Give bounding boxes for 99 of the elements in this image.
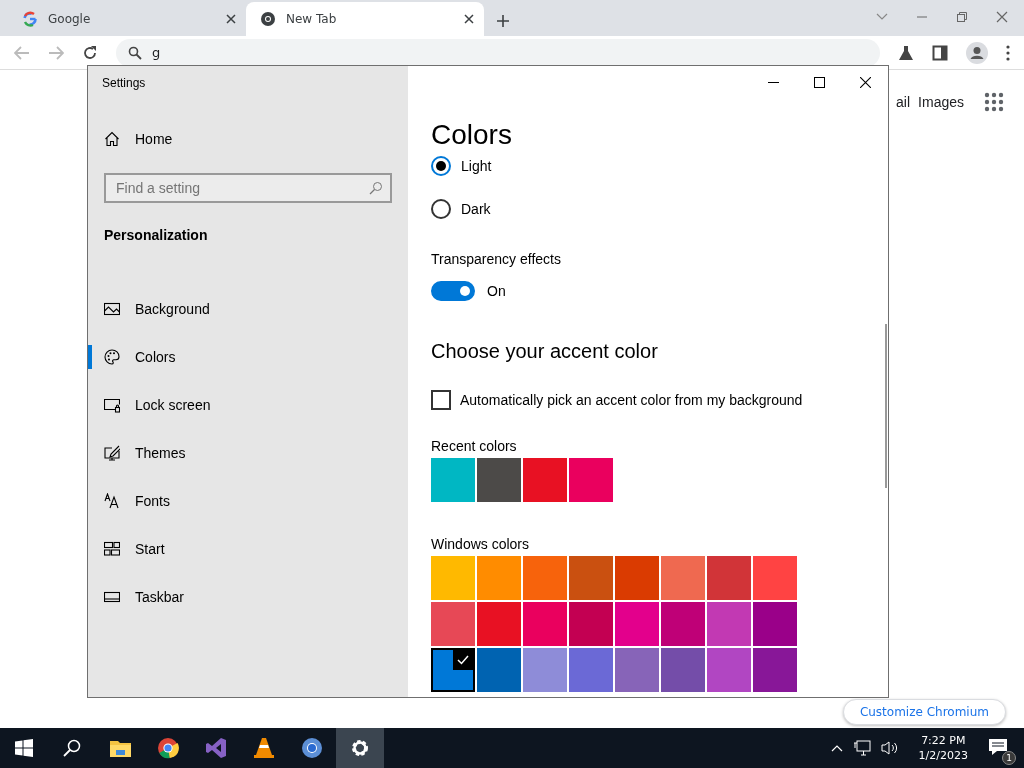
- profile-avatar-icon[interactable]: [966, 41, 988, 64]
- lock-screen-icon: [104, 397, 120, 413]
- clock-time: 7:22 PM: [921, 733, 966, 748]
- color-swatch[interactable]: [753, 648, 797, 692]
- reload-icon[interactable]: [82, 44, 98, 61]
- toggle-switch[interactable]: [431, 281, 475, 301]
- color-swatch[interactable]: [615, 556, 659, 600]
- chevron-down-icon[interactable]: [876, 13, 888, 21]
- color-swatch[interactable]: [523, 602, 567, 646]
- search-icon[interactable]: [63, 739, 81, 757]
- sidebar-item[interactable]: Themes: [88, 429, 392, 477]
- window-title: Settings: [102, 76, 147, 92]
- group-label: Windows colors: [431, 536, 531, 554]
- color-swatch[interactable]: [569, 556, 613, 600]
- color-swatch[interactable]: [707, 602, 751, 646]
- checkbox-label: Automatically pick an accent color from my background: [460, 392, 803, 408]
- restore-icon[interactable]: [956, 11, 968, 23]
- address-field[interactable]: g: [116, 38, 880, 67]
- clock[interactable]: 7:22 PM 1/2/2023: [918, 733, 968, 763]
- search-icon: [369, 181, 383, 195]
- color-swatch[interactable]: [615, 602, 659, 646]
- color-swatch[interactable]: [661, 648, 705, 692]
- new-tab-icon[interactable]: [496, 14, 510, 28]
- notification-badge: 1: [1002, 751, 1016, 765]
- browser-logo-icon: [301, 737, 323, 759]
- search-field[interactable]: Find a setting: [104, 173, 392, 203]
- color-swatch[interactable]: [431, 648, 475, 692]
- header-link[interactable]: Images: [918, 94, 964, 110]
- back-icon[interactable]: [14, 45, 30, 60]
- color-swatch[interactable]: [431, 556, 475, 600]
- toggle-state: On: [487, 283, 506, 299]
- chevron-up-icon[interactable]: [830, 744, 843, 752]
- taskbar-icon: [104, 589, 120, 605]
- picture-icon: [104, 301, 120, 317]
- check-icon: [457, 655, 469, 665]
- sidebar-item[interactable]: Start: [88, 525, 392, 573]
- volume-icon[interactable]: [880, 740, 899, 756]
- side-panel-icon[interactable]: [932, 44, 948, 61]
- color-swatch[interactable]: [477, 648, 521, 692]
- color-swatch[interactable]: [431, 602, 475, 646]
- radio-option[interactable]: Light: [431, 154, 888, 178]
- sidebar-item[interactable]: Background: [88, 285, 392, 333]
- font-size-icon: [104, 493, 120, 509]
- color-swatch[interactable]: [477, 556, 521, 600]
- color-swatch[interactable]: [753, 602, 797, 646]
- customize-button[interactable]: Customize Chromium: [842, 699, 1006, 725]
- header-link[interactable]: ail: [896, 94, 911, 110]
- color-swatch[interactable]: [661, 556, 705, 600]
- browser-logo-icon: [157, 737, 179, 759]
- color-swatch[interactable]: [569, 648, 613, 692]
- maximize-icon[interactable]: [813, 76, 825, 88]
- apps-grid-icon[interactable]: [984, 92, 1004, 112]
- section-heading: Choose your accent color: [431, 340, 659, 364]
- close-icon[interactable]: [859, 76, 871, 88]
- taskbar-app-button[interactable]: [336, 728, 384, 768]
- color-swatch[interactable]: [523, 648, 567, 692]
- close-icon[interactable]: [226, 14, 236, 24]
- traffic-cone-icon: [253, 737, 275, 759]
- color-swatch[interactable]: [569, 602, 613, 646]
- close-icon[interactable]: [464, 14, 474, 24]
- color-swatch[interactable]: [569, 458, 613, 502]
- windows-start-icon[interactable]: [15, 739, 33, 757]
- gear-icon: [349, 737, 371, 759]
- tiles-icon: [104, 541, 120, 557]
- setting-label: Transparency effects: [431, 251, 562, 269]
- scrollbar[interactable]: [885, 324, 887, 488]
- forward-icon[interactable]: [48, 45, 64, 60]
- color-swatch[interactable]: [753, 556, 797, 600]
- clock-date: 1/2/2023: [918, 748, 968, 763]
- home-icon: [104, 131, 120, 147]
- color-swatch[interactable]: [477, 458, 521, 502]
- color-swatch[interactable]: [523, 556, 567, 600]
- page-title: Colors: [431, 118, 513, 152]
- color-swatch[interactable]: [707, 648, 751, 692]
- browser-tab[interactable]: Google: [8, 2, 246, 36]
- color-swatch[interactable]: [615, 648, 659, 692]
- group-label: Recent colors: [431, 438, 518, 456]
- sidebar-item[interactable]: Taskbar: [88, 573, 392, 621]
- color-swatch[interactable]: [707, 556, 751, 600]
- palette-icon: [104, 349, 120, 365]
- browser-tab[interactable]: New Tab: [246, 2, 484, 36]
- color-swatch[interactable]: [523, 458, 567, 502]
- color-swatch[interactable]: [661, 602, 705, 646]
- home-nav-item[interactable]: Home: [104, 128, 392, 150]
- checkbox[interactable]: [431, 390, 451, 410]
- search-icon: [128, 45, 142, 60]
- color-swatch[interactable]: [431, 458, 475, 502]
- section-heading: Personalization: [104, 227, 209, 245]
- sidebar-item[interactable]: Fonts: [88, 477, 392, 525]
- more-menu-icon[interactable]: [1006, 44, 1010, 61]
- network-icon[interactable]: [852, 740, 871, 756]
- flask-icon[interactable]: [898, 44, 914, 61]
- sidebar-item[interactable]: Colors: [88, 333, 392, 381]
- radio-option[interactable]: Dark: [431, 197, 888, 221]
- sidebar-item[interactable]: Lock screen: [88, 381, 392, 429]
- color-swatch[interactable]: [477, 602, 521, 646]
- browser-logo-icon: [260, 11, 276, 27]
- brush-monitor-icon: [104, 445, 120, 461]
- notification-icon[interactable]: [988, 737, 1008, 757]
